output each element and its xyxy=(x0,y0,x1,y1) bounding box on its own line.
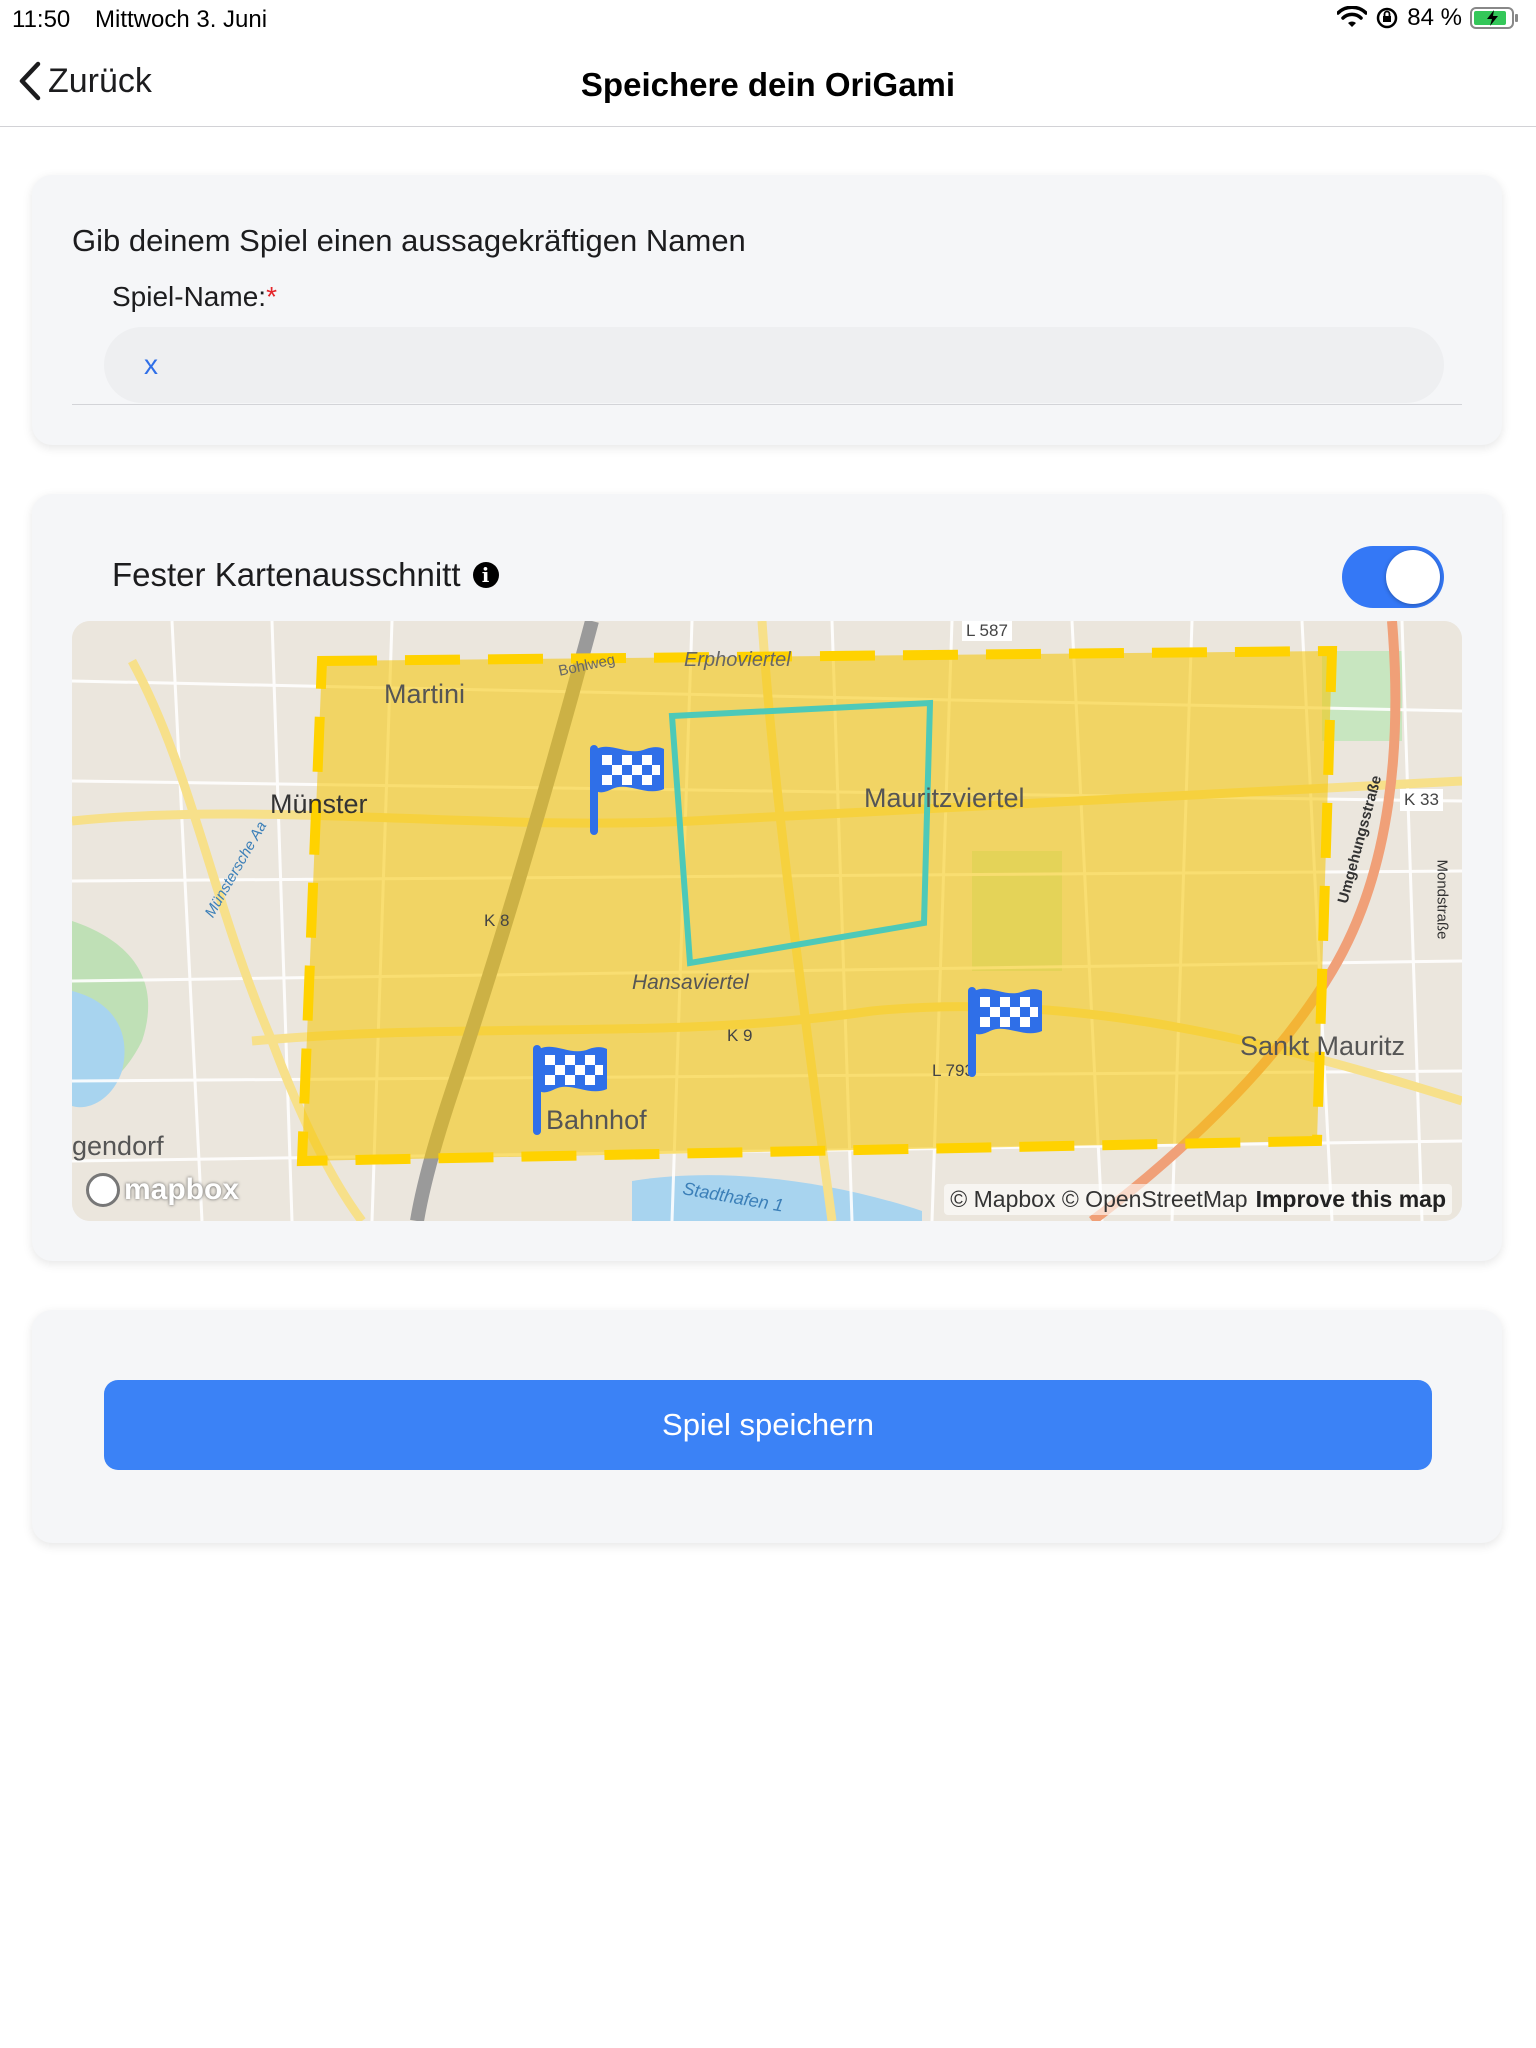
map-label-l587: L 587 xyxy=(962,621,1012,641)
map-label-sankt-mauritz: Sankt Mauritz xyxy=(1240,1031,1406,1061)
battery-charging-icon xyxy=(1470,7,1518,29)
fixed-map-section-label: Fester Kartenausschnitt i xyxy=(112,556,499,594)
game-name-label-text: Spiel-Name: xyxy=(112,281,267,312)
fixed-map-section-text: Fester Kartenausschnitt xyxy=(112,556,461,593)
map-label-mondstrasse: Mondstraße xyxy=(1433,859,1451,940)
navigation-bar: Zurück Speichere dein OriGami xyxy=(0,40,1536,127)
map-label-k33: K 33 xyxy=(1400,789,1443,811)
rotation-lock-icon xyxy=(1377,7,1398,29)
improve-map-link[interactable]: Improve this map xyxy=(1256,1186,1446,1212)
game-name-field-wrap xyxy=(104,327,1444,403)
mapbox-logo[interactable]: mapbox xyxy=(86,1173,239,1207)
game-name-label: Spiel-Name:* xyxy=(112,281,277,313)
status-date: Mittwoch 3. Juni xyxy=(95,6,268,33)
game-name-card: Gib deinem Spiel einen aussagekräftigen … xyxy=(32,175,1502,445)
checkered-flag-icon[interactable] xyxy=(584,739,668,839)
mapbox-logo-icon xyxy=(86,1173,120,1207)
save-card: Spiel speichern xyxy=(32,1310,1502,1543)
map-section-card: Fester Kartenausschnitt i Martini Münste… xyxy=(32,494,1502,1261)
attribution-text[interactable]: © Mapbox © OpenStreetMap xyxy=(950,1186,1247,1212)
input-underline xyxy=(72,404,1462,405)
map-label-k8: K 8 xyxy=(484,911,510,930)
wifi-icon xyxy=(1337,6,1368,27)
name-heading: Gib deinem Spiel einen aussagekräftigen … xyxy=(72,223,746,258)
map-label-gendorf: gendorf xyxy=(72,1131,164,1161)
map-base xyxy=(72,621,1462,1221)
required-mark: * xyxy=(266,281,277,312)
map-label-k9: K 9 xyxy=(727,1026,753,1045)
fixed-map-section-toggle[interactable] xyxy=(1342,546,1444,608)
map-label-muenster: Münster xyxy=(270,789,368,819)
map-label-martini: Martini xyxy=(384,679,466,709)
status-right: 84 % xyxy=(1337,4,1520,32)
map-label-erphoviertel: Erphoviertel xyxy=(684,649,791,671)
checkered-flag-icon[interactable] xyxy=(527,1039,611,1139)
map-label-hansaviertel: Hansaviertel xyxy=(632,971,749,994)
map-view[interactable]: Martini Münster Mauritzviertel Hansavier… xyxy=(72,621,1462,1221)
checkered-flag-icon[interactable] xyxy=(962,981,1046,1081)
game-name-input[interactable] xyxy=(104,327,1444,403)
map-attribution: © Mapbox © OpenStreetMap Improve this map xyxy=(944,1184,1452,1215)
mapbox-logo-text: mapbox xyxy=(124,1173,240,1206)
battery-percent: 84 % xyxy=(1407,4,1462,31)
toggle-knob xyxy=(1386,550,1440,604)
status-bar: 11:50 Mittwoch 3. Juni 84 % xyxy=(0,0,1536,40)
page-title: Speichere dein OriGami xyxy=(580,66,956,103)
map-label-mauritzviertel: Mauritzviertel xyxy=(864,783,1025,813)
status-time: 11:50 xyxy=(12,6,71,33)
save-game-button[interactable]: Spiel speichern xyxy=(104,1380,1432,1470)
info-icon[interactable]: i xyxy=(472,562,499,588)
